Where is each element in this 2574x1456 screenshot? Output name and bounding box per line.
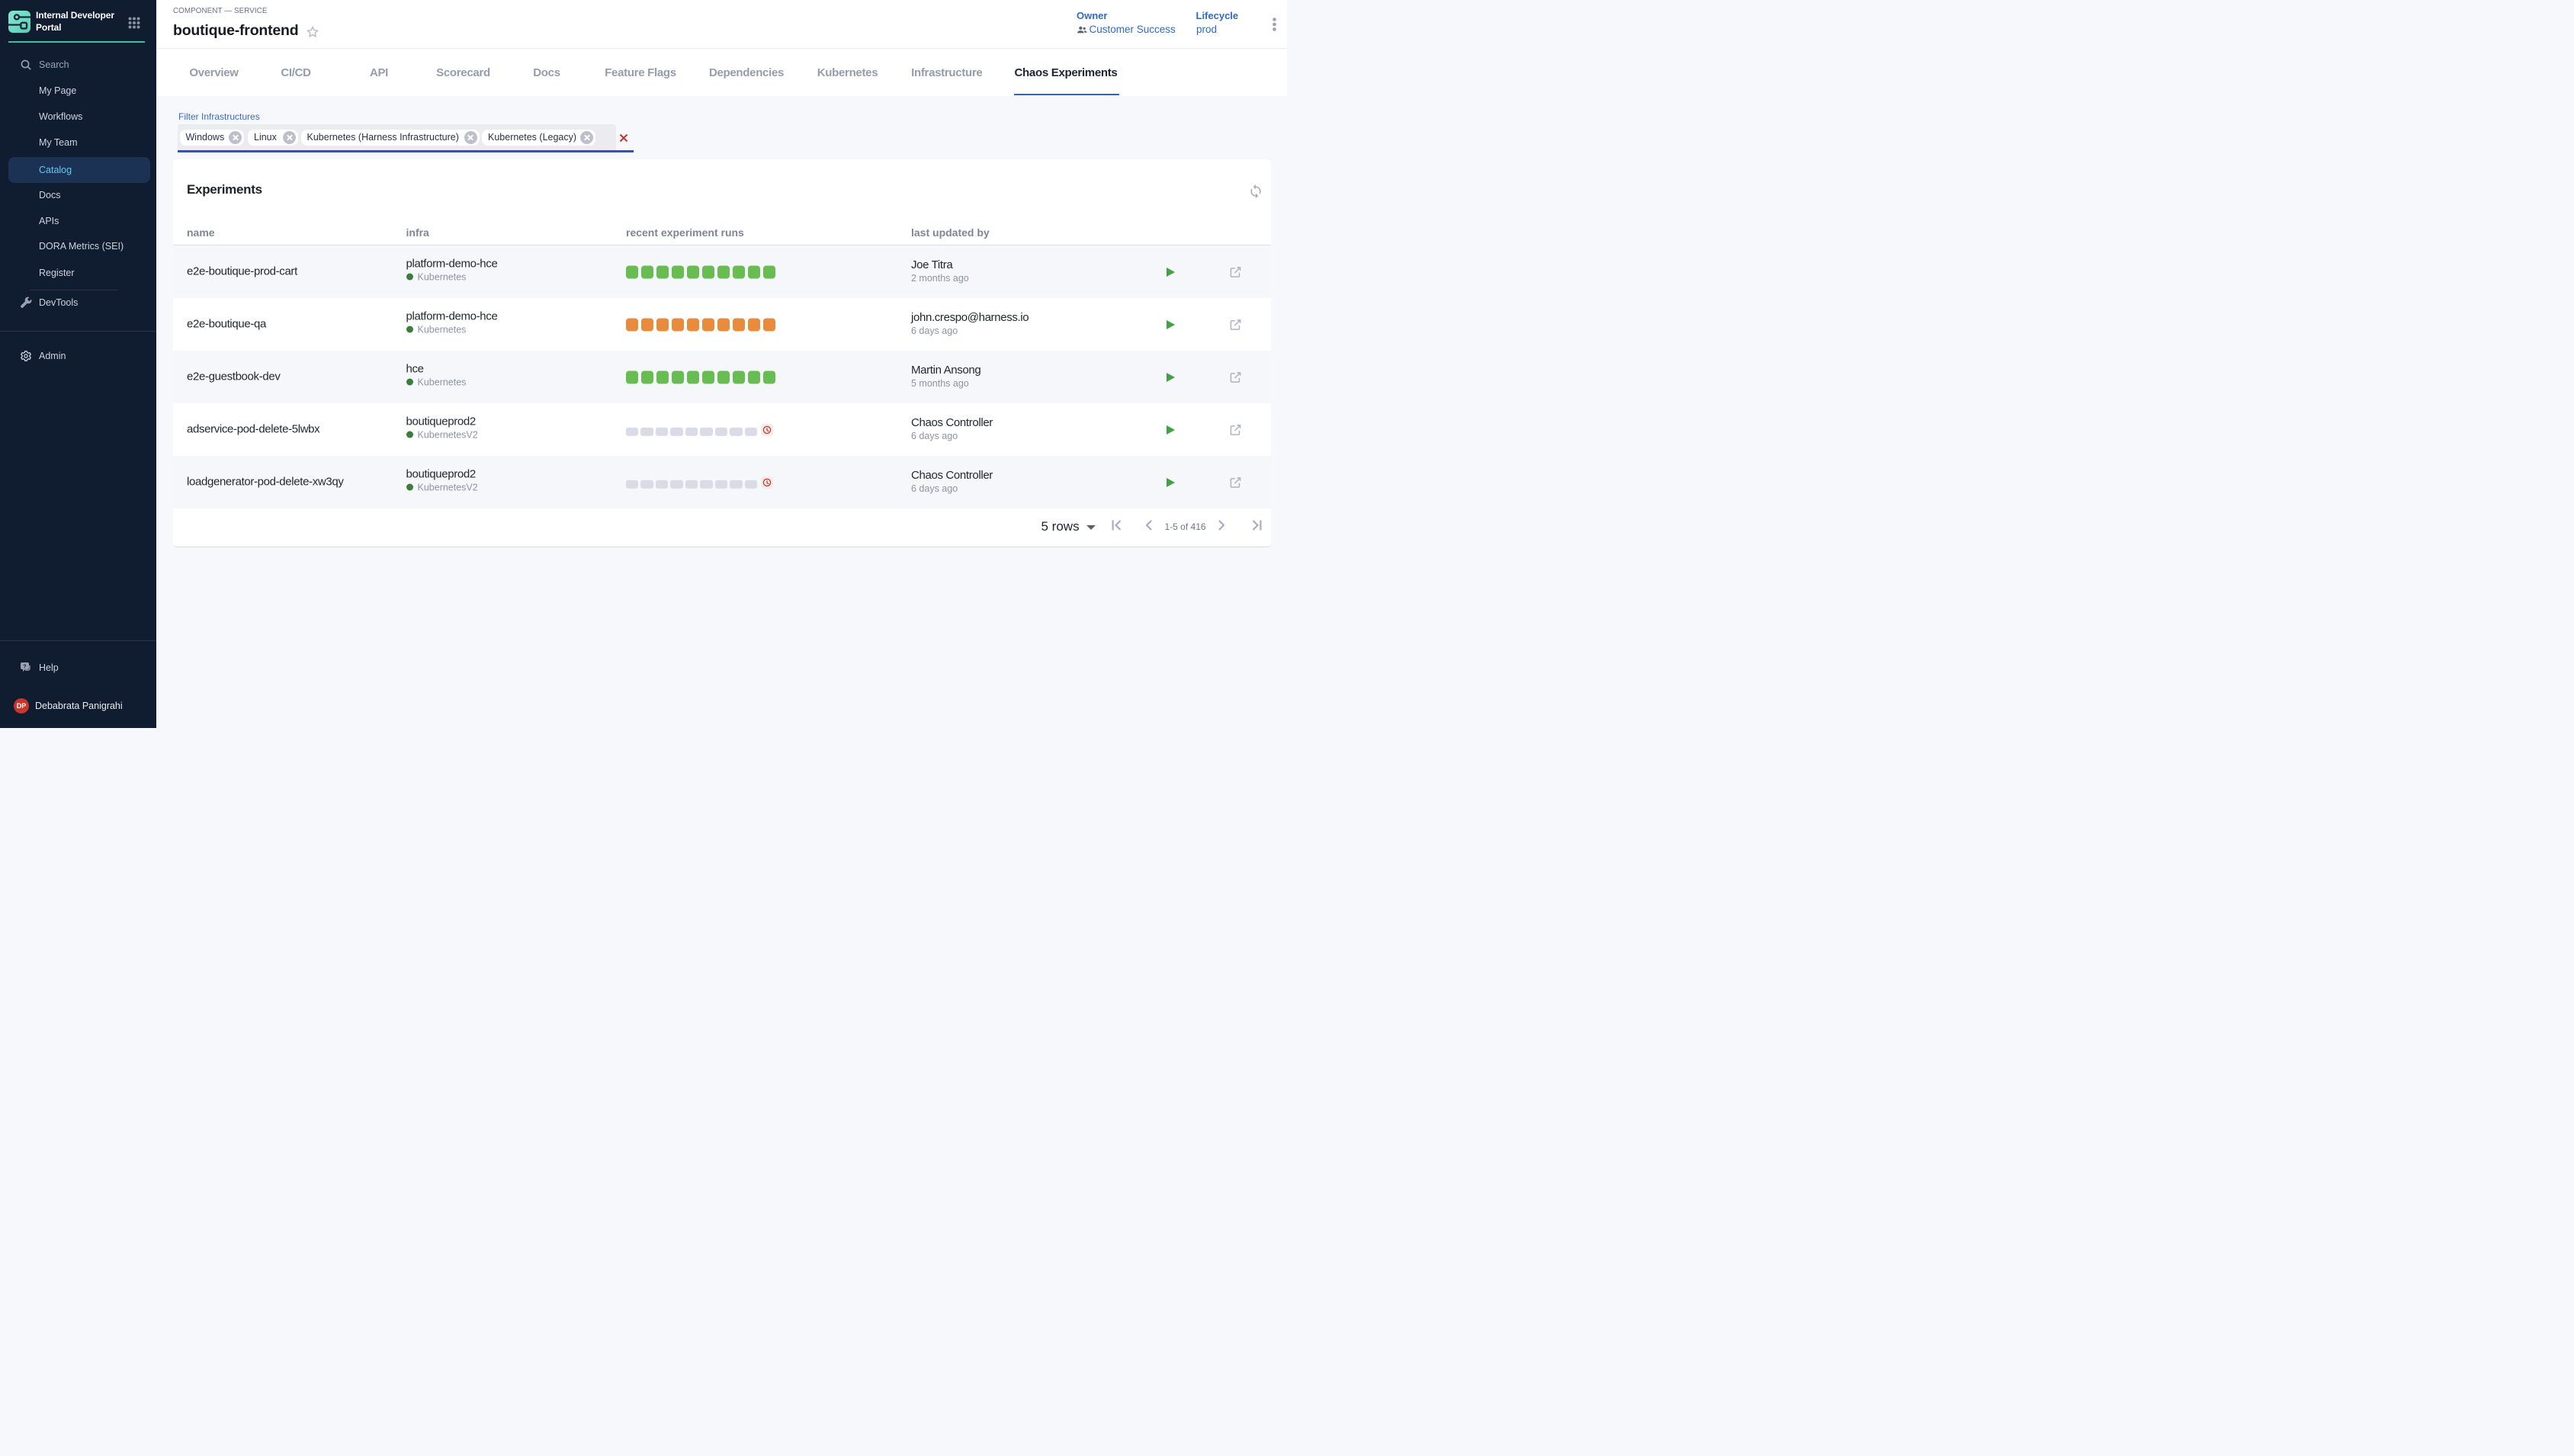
svg-text:?: ? <box>23 664 26 669</box>
